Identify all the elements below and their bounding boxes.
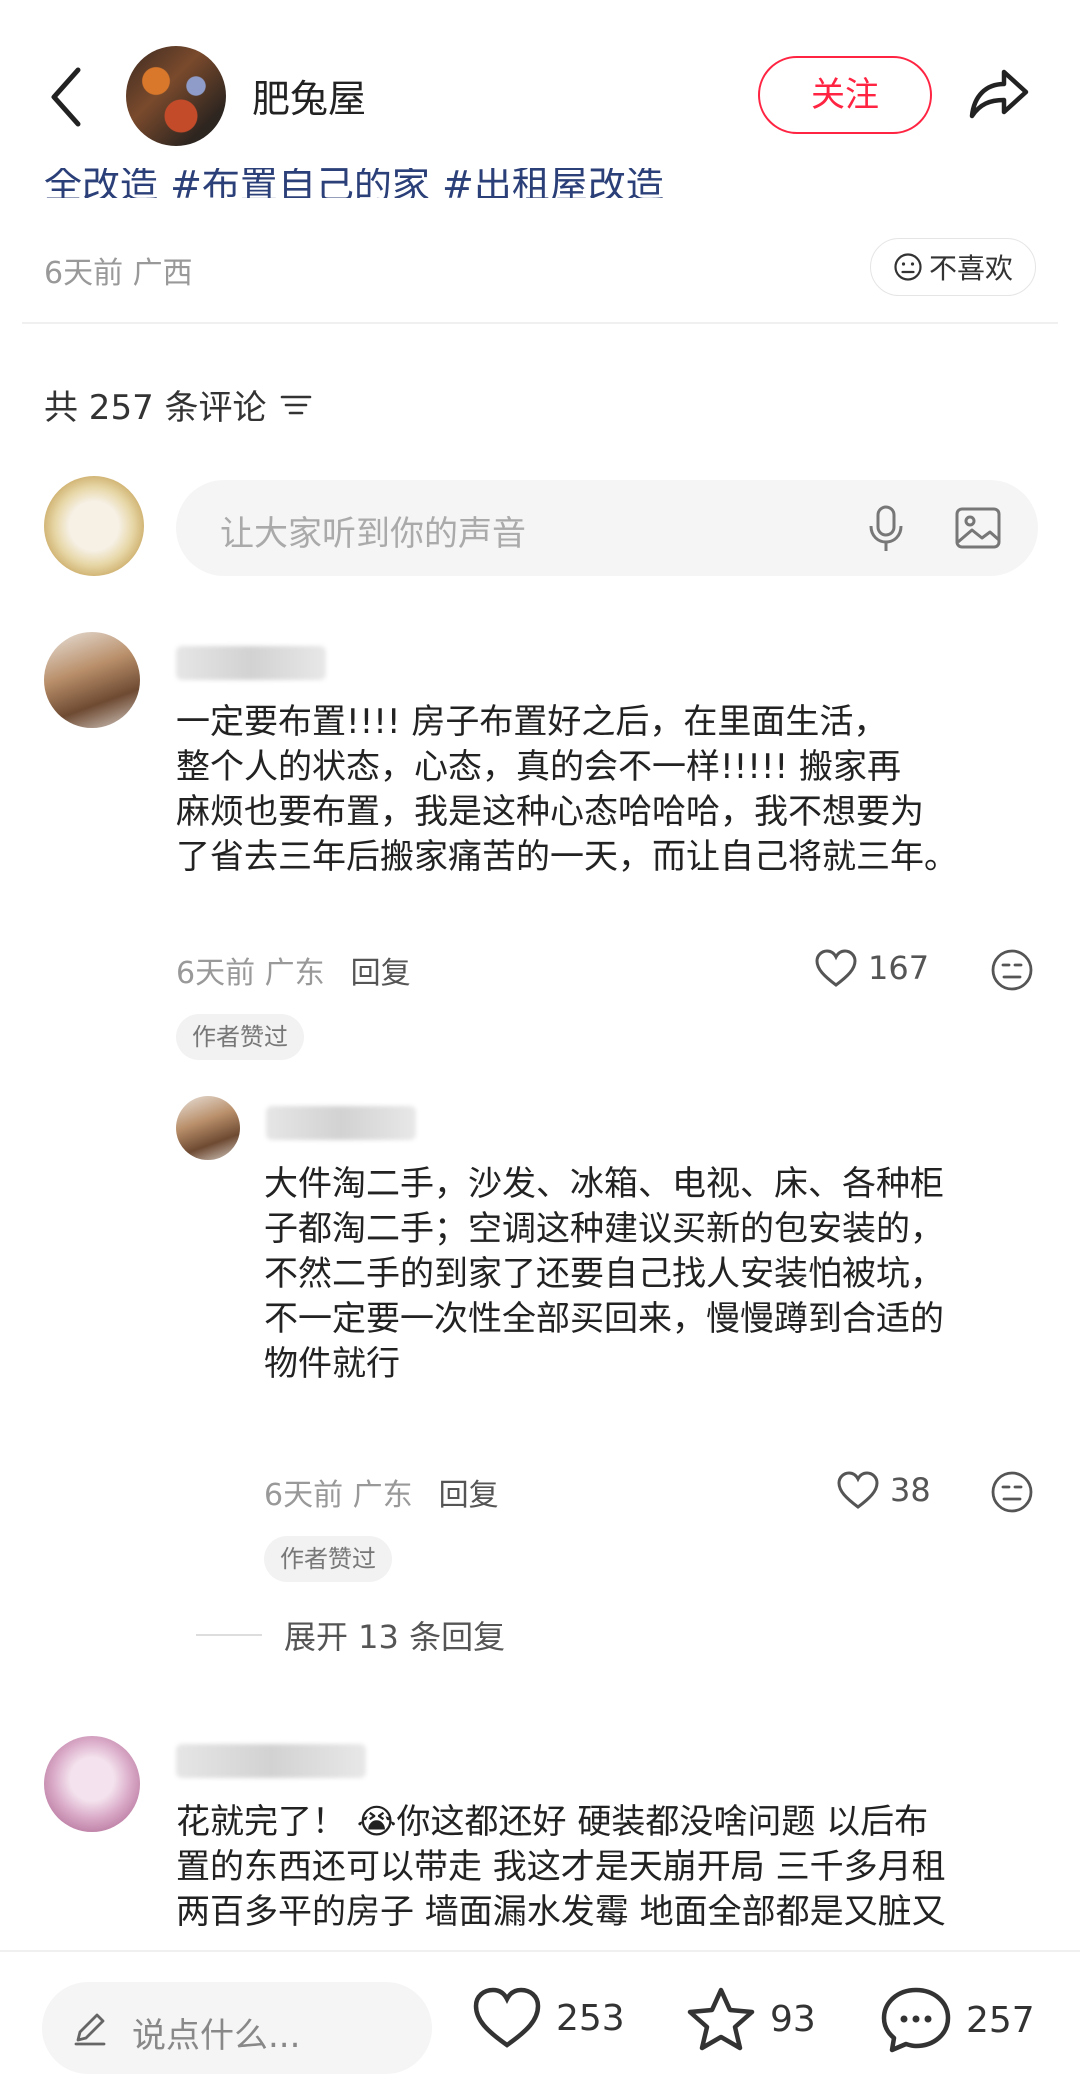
dislike-face-icon[interactable] [990,948,1034,992]
bottom-action-bar: 说点什么... 253 93 257 [0,1950,1080,2098]
divider [22,322,1058,324]
comment-text: 大件淘二手，沙发、冰箱、电视、床、各种柜 子都淘二手；空调这种建议买新的包安装的… [264,1164,944,1384]
reply-button[interactable]: 回复 [439,1478,499,1513]
commenter-name-blurred[interactable] [176,646,326,680]
top-bar: 肥兔屋 关注 [0,0,1080,168]
comment-like[interactable]: 38 [836,1470,931,1510]
comment-count-label: 共 257 条评论 [44,388,267,428]
back-arrow-icon[interactable] [44,62,88,132]
post-time-location: 6天前 广西 [44,256,193,291]
comment-input[interactable]: 让大家听到你的声音 [176,480,1038,576]
author-liked-badge: 作者赞过 [176,1014,304,1060]
dislike-button[interactable]: 不喜欢 [870,238,1036,296]
comment-text: 花就完了！ 😭你这都还好 硬装都没啥问题 以后布 置的东西还可以带走 我这才是天… [176,1802,946,1932]
reply-button[interactable]: 回复 [351,956,411,991]
like-post-button[interactable]: 253 [472,1986,625,2050]
post-comment-count: 257 [966,1999,1035,2041]
share-icon[interactable] [966,62,1030,122]
meh-face-icon [894,253,922,281]
post-favorite-count: 93 [770,1998,816,2040]
sort-icon[interactable] [279,391,313,419]
author-name[interactable]: 肥兔屋 [252,68,366,123]
pen-icon [74,2013,106,2046]
say-something-placeholder: 说点什么... [132,2016,301,2056]
microphone-icon[interactable] [864,504,908,554]
image-icon[interactable] [954,506,1002,550]
commenter-name-blurred[interactable] [176,1744,366,1778]
comment-text: 一定要布置!!!! 房子布置好之后，在里面生活， 整个人的状态，心态，真的会不一… [176,702,958,877]
comment-like[interactable]: 167 [814,948,929,988]
comment-count-row[interactable]: 共 257 条评论 [44,380,313,429]
comment-meta: 6天前 广东 回复 [264,1470,499,1514]
author-liked-badge: 作者赞过 [264,1536,392,1582]
comment-bubble-icon [881,1987,951,2053]
like-count: 38 [890,1471,931,1509]
star-icon [687,1987,755,2051]
say-something-input[interactable]: 说点什么... [42,1982,432,2074]
follow-button[interactable]: 关注 [758,56,932,134]
my-avatar [44,476,144,576]
commenter-avatar[interactable] [176,1096,240,1160]
dislike-label: 不喜欢 [928,252,1013,285]
favorite-post-button[interactable]: 93 [686,1986,816,2052]
expand-replies[interactable]: 展开 13 条回复 [196,1612,505,1658]
commenter-name-blurred[interactable] [266,1106,416,1140]
comment-time-location: 6天前 广东 [264,1478,413,1513]
commenter-avatar[interactable] [44,632,140,728]
comment-meta: 6天前 广东 回复 [176,948,411,992]
dislike-face-icon[interactable] [990,1470,1034,1514]
like-count: 167 [868,949,930,987]
comment-input-placeholder: 让大家听到你的声音 [220,514,526,554]
comment-time-location: 6天前 广东 [176,956,325,991]
expand-replies-label[interactable]: 展开 13 条回复 [284,1612,505,1658]
post-like-count: 253 [556,1997,625,2039]
commenter-avatar[interactable] [44,1736,140,1832]
heart-icon[interactable] [836,1470,880,1510]
heart-icon [473,1987,541,2048]
expand-line [196,1634,262,1636]
heart-icon[interactable] [814,948,858,988]
author-avatar[interactable] [126,46,226,146]
comment-post-button[interactable]: 257 [880,1986,1035,2054]
